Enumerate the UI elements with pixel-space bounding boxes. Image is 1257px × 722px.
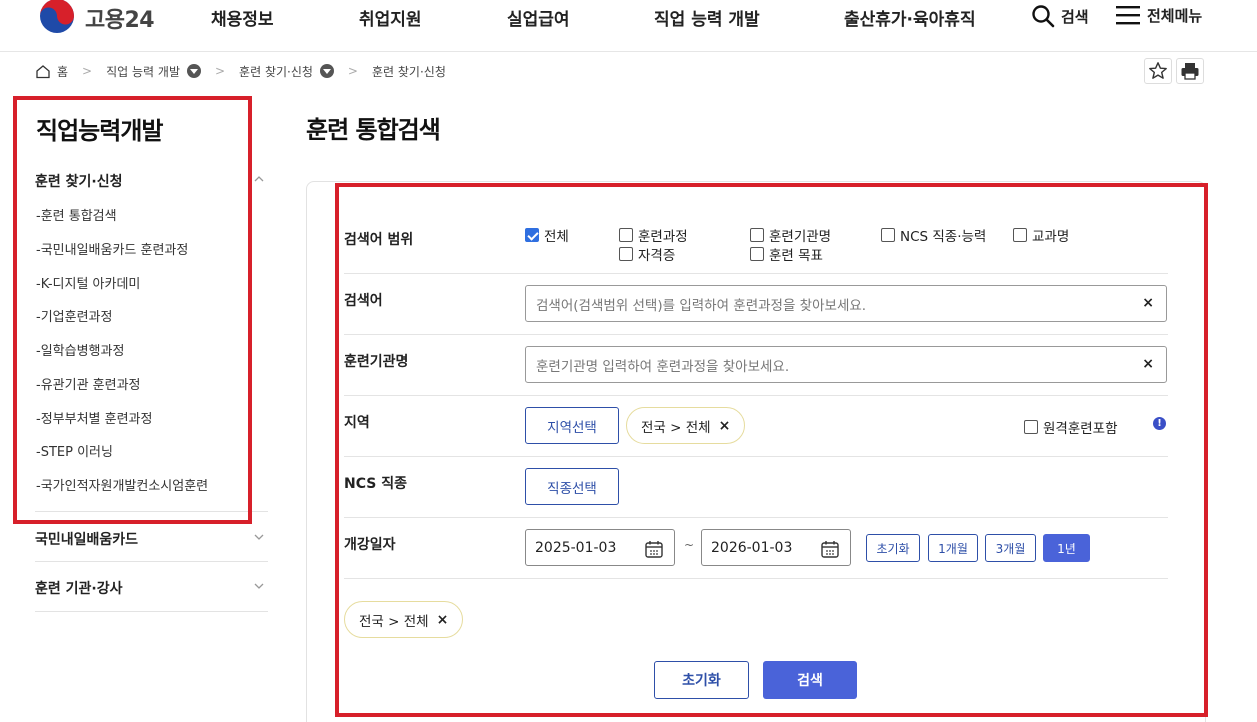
breadcrumb: 홈 > 직업 능력 개발 > 훈련 찾기·신청 > 훈련 찾기·신청 <box>35 62 446 80</box>
dropdown-icon[interactable] <box>186 64 201 78</box>
breadcrumb-separator-icon: > <box>82 64 93 78</box>
breadcrumb-level2[interactable]: 훈련 찾기·신청 <box>239 63 313 80</box>
home-icon <box>36 64 50 78</box>
divider <box>35 611 268 612</box>
header-search[interactable]: 검색 <box>1031 4 1089 28</box>
chevron-down-icon <box>254 534 264 540</box>
header-all-menu[interactable]: 전체메뉴 <box>1115 4 1202 26</box>
breadcrumb-home[interactable]: 홈 <box>57 63 68 80</box>
sidebar-group-label: 훈련 기관·강사 <box>35 581 123 597</box>
nav-item-jobs[interactable]: 채용정보 <box>211 5 274 30</box>
sidebar-group-institutions[interactable]: 훈련 기관·강사 <box>35 578 268 598</box>
logo-text: 고용24 <box>85 8 155 33</box>
breadcrumb-level1[interactable]: 직업 능력 개발 <box>106 63 180 80</box>
breadcrumb-separator-icon: > <box>347 64 358 78</box>
nav-item-employment-support[interactable]: 취업지원 <box>359 5 422 30</box>
breadcrumb-level3: 훈련 찾기·신청 <box>371 64 446 79</box>
nav-item-skill-development[interactable]: 직업 능력 개발 <box>654 5 760 30</box>
page-title: 훈련 통합검색 <box>306 116 441 144</box>
chevron-up-icon <box>254 176 264 182</box>
hamburger-menu-icon <box>1116 6 1140 25</box>
nav-item-parental-leave[interactable]: 출산휴가·육아휴직 <box>844 5 976 30</box>
highlight-box-sidebar <box>13 96 252 524</box>
chevron-down-icon <box>254 583 264 589</box>
nav-item-unemployment-benefit[interactable]: 실업급여 <box>507 5 570 30</box>
star-icon <box>1149 62 1167 79</box>
printer-icon <box>1181 63 1199 80</box>
print-button[interactable] <box>1176 58 1204 84</box>
logo[interactable]: 고용24 <box>37 0 155 36</box>
bookmark-button[interactable] <box>1144 58 1172 84</box>
highlight-box-search-form <box>335 183 1208 717</box>
divider <box>35 561 268 562</box>
header: 고용24 채용정보 취업지원 실업급여 직업 능력 개발 출산휴가·육아휴직 검… <box>0 0 1257 52</box>
page-tools <box>1144 58 1208 84</box>
sidebar-group-learning-card[interactable]: 국민내일배움카드 <box>35 529 268 549</box>
dropdown-icon[interactable] <box>319 64 334 78</box>
header-all-menu-label: 전체메뉴 <box>1147 6 1203 25</box>
sidebar-group-label: 국민내일배움카드 <box>35 532 139 548</box>
breadcrumb-separator-icon: > <box>214 64 226 78</box>
search-icon <box>1032 5 1055 28</box>
header-search-label: 검색 <box>1061 7 1089 26</box>
taegeuk-logo-icon <box>40 0 74 33</box>
